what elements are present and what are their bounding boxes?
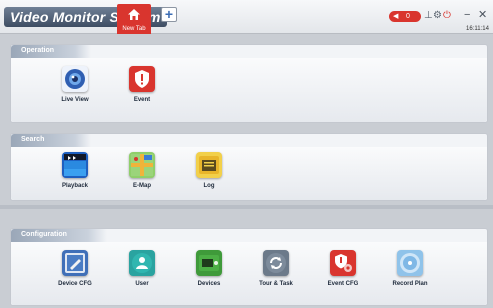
tab-new-tab[interactable]: New Tab <box>117 4 151 34</box>
user-icon <box>129 250 155 276</box>
event-tile[interactable]: Event <box>114 66 170 103</box>
configuration-panel: Configuration Device CFG User Devices To… <box>10 228 488 306</box>
playback-icon <box>62 152 88 178</box>
live-view-label: Live View <box>61 97 89 103</box>
playback-label: Playback <box>61 183 89 189</box>
live-view-icon <box>62 66 88 92</box>
record-plan-label: Record Plan <box>392 281 428 287</box>
settings-icon[interactable]: ⚙ <box>433 11 442 21</box>
device-cfg-icon <box>62 250 88 276</box>
tour-task-label: Tour & Task <box>259 281 293 287</box>
playback-tile[interactable]: Playback <box>47 152 103 189</box>
lock-icon[interactable]: ⏻ <box>443 11 451 21</box>
event-label: Event <box>133 97 151 103</box>
title-bar: Video Monitor System New Tab + ◀ 0 ⊥ ⚙ ⏻… <box>0 0 493 34</box>
device-cfg-tile[interactable]: Device CFG <box>47 250 103 287</box>
alarm-indicator[interactable]: ◀ 0 <box>389 11 421 22</box>
clock: 16:11:14 <box>466 26 489 32</box>
devices-label: Devices <box>197 281 221 287</box>
minimize-button[interactable]: − <box>464 10 470 21</box>
operation-header: Operation <box>11 45 91 58</box>
emap-tile[interactable]: E-Map <box>114 152 170 189</box>
home-icon <box>127 8 141 26</box>
emap-icon <box>129 152 155 178</box>
add-tab-button[interactable]: + <box>161 7 177 22</box>
tab-label: New Tab <box>122 26 146 32</box>
user-label: User <box>135 281 149 287</box>
event-cfg-tile[interactable]: Event CFG <box>315 250 371 287</box>
record-plan-icon <box>397 250 423 276</box>
divider <box>0 205 493 209</box>
search-header: Search <box>11 134 91 147</box>
close-button[interactable]: ✕ <box>478 10 487 21</box>
tour-task-icon <box>263 250 289 276</box>
devices-tile[interactable]: Devices <box>181 250 237 287</box>
search-title: Search <box>21 136 45 143</box>
user-account-icon[interactable]: ⊥ <box>424 11 433 21</box>
log-tile[interactable]: Log <box>181 152 237 189</box>
configuration-title: Configuration <box>21 231 67 238</box>
record-plan-tile[interactable]: Record Plan <box>382 250 438 287</box>
operation-title: Operation <box>21 47 55 54</box>
event-cfg-icon <box>330 250 356 276</box>
log-label: Log <box>203 183 215 189</box>
event-icon <box>129 66 155 92</box>
operation-panel: Operation Live View Event <box>10 44 488 123</box>
tour-task-tile[interactable]: Tour & Task <box>248 250 304 287</box>
device-cfg-label: Device CFG <box>58 281 92 287</box>
event-cfg-label: Event CFG <box>327 281 359 287</box>
live-view-tile[interactable]: Live View <box>47 66 103 103</box>
alarm-count: 0 <box>406 13 410 20</box>
user-tile[interactable]: User <box>114 250 170 287</box>
search-panel: Search Playback E-Map Log <box>10 133 488 201</box>
log-icon <box>196 152 222 178</box>
devices-icon <box>196 250 222 276</box>
configuration-header: Configuration <box>11 229 107 242</box>
emap-label: E-Map <box>133 183 151 189</box>
speaker-icon: ◀ <box>393 13 399 20</box>
